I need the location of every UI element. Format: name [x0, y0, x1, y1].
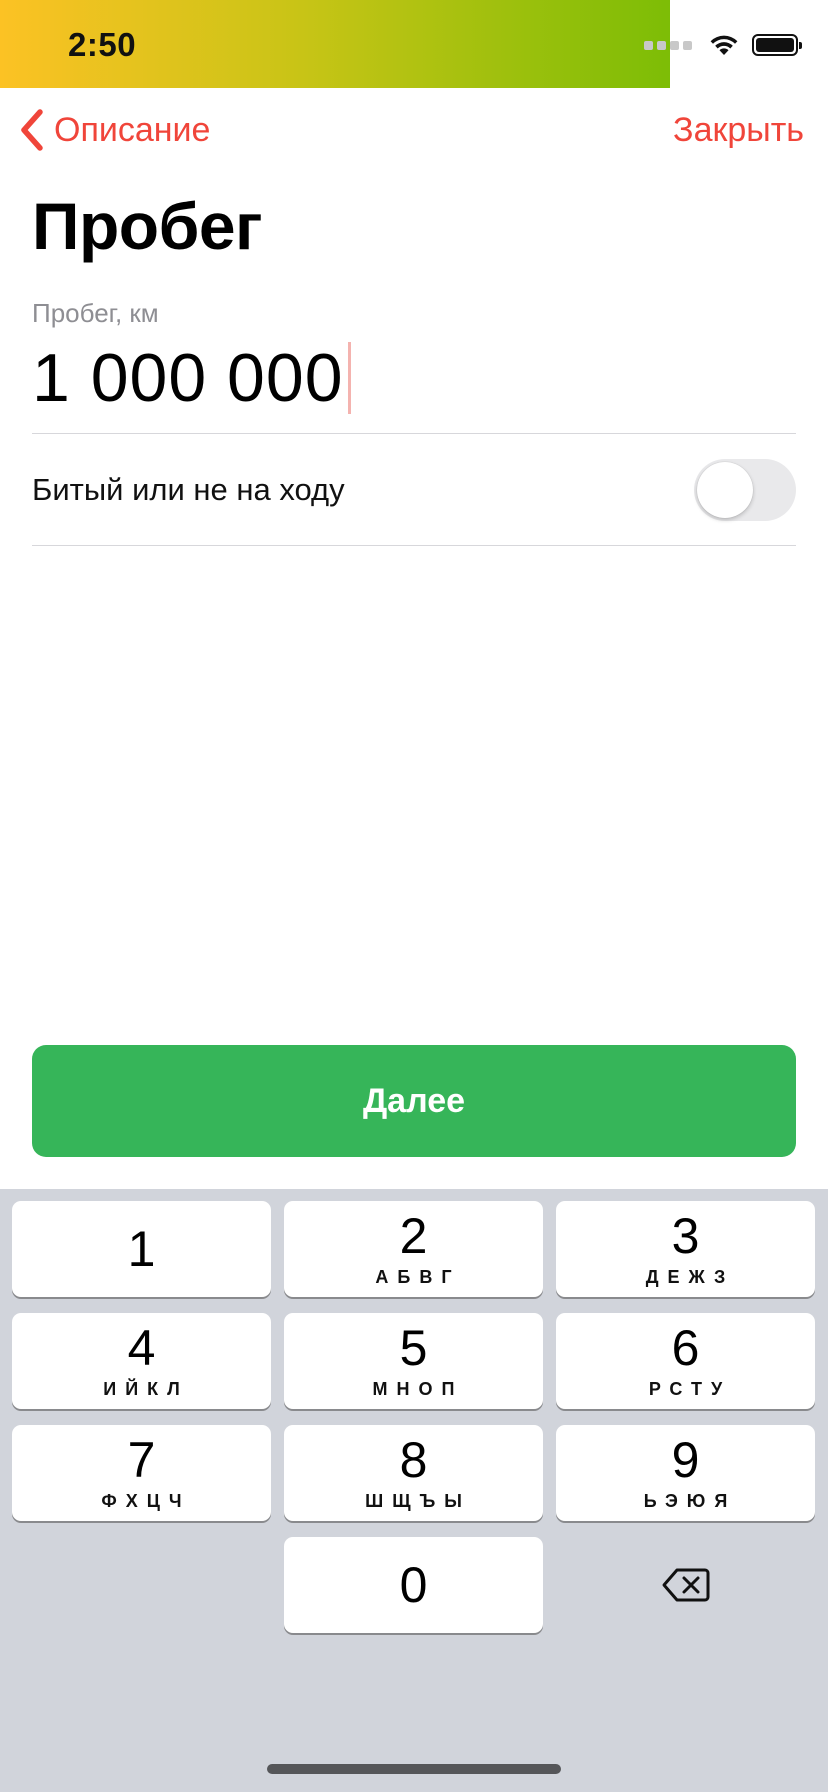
key-digit: 9 — [671, 1432, 700, 1488]
key-letters: АБВГ — [375, 1267, 461, 1287]
chevron-left-icon — [21, 109, 43, 151]
key-letters: ДЕЖЗ — [645, 1267, 735, 1287]
key-5[interactable]: 5 МНОП — [284, 1313, 543, 1409]
key-letters: РСТУ — [648, 1379, 732, 1399]
key-letters: ФХЦЧ — [101, 1491, 191, 1511]
backspace-icon — [662, 1568, 709, 1602]
back-button[interactable]: Описание — [18, 108, 210, 152]
key-2[interactable]: 2 АБВГ — [284, 1201, 543, 1297]
key-8[interactable]: 8 ШЩЪЫ — [284, 1425, 543, 1521]
key-digit: 1 — [127, 1221, 156, 1277]
key-0[interactable]: 0 — [284, 1537, 543, 1633]
key-digit: 5 — [399, 1320, 428, 1376]
mileage-input-value: 1 000 000 — [32, 340, 344, 416]
key-digit: 8 — [399, 1432, 428, 1488]
key-9[interactable]: 9 ЬЭЮЯ — [556, 1425, 815, 1521]
mileage-field-label: Пробег, км — [32, 298, 159, 328]
close-button[interactable]: Закрыть — [673, 111, 804, 150]
key-7[interactable]: 7 ФХЦЧ — [12, 1425, 271, 1521]
mileage-input[interactable]: 1 000 000 — [32, 336, 351, 420]
key-letters: МНОП — [372, 1379, 464, 1399]
status-time: 2:50 — [68, 26, 137, 63]
key-3[interactable]: 3 ДЕЖЗ — [556, 1201, 815, 1297]
key-digit: 3 — [671, 1208, 700, 1264]
cellular-signal-icon — [644, 40, 692, 50]
back-button-label: Описание — [54, 110, 211, 149]
battery-icon — [752, 34, 802, 56]
page-title: Пробег — [32, 189, 263, 263]
key-digit: 6 — [671, 1320, 700, 1376]
key-6[interactable]: 6 РСТУ — [556, 1313, 815, 1409]
damaged-toggle-switch[interactable] — [694, 459, 796, 521]
text-caret — [347, 342, 351, 414]
key-digit: 2 — [399, 1208, 428, 1264]
next-button[interactable]: Далее — [32, 1045, 796, 1157]
key-4[interactable]: 4 ИЙКЛ — [12, 1313, 271, 1409]
toggle-knob — [697, 462, 753, 518]
key-digit: 4 — [127, 1320, 156, 1376]
status-bar: 2:50 — [0, 0, 828, 88]
numeric-keypad: 1 2 АБВГ 3 ДЕЖЗ 4 ИЙКЛ 5 МНОП 6 РСТУ 7 Ф… — [0, 1189, 828, 1792]
key-digit: 0 — [399, 1557, 428, 1613]
backspace-key[interactable] — [556, 1537, 815, 1633]
home-indicator — [267, 1764, 561, 1774]
key-letters: ШЩЪЫ — [365, 1491, 471, 1511]
damaged-toggle-label: Битый или не на ходу — [32, 472, 345, 507]
key-letters: ИЙКЛ — [103, 1379, 189, 1399]
wifi-icon — [710, 35, 738, 55]
key-digit: 7 — [127, 1432, 156, 1488]
key-1[interactable]: 1 — [12, 1201, 271, 1297]
key-letters: ЬЭЮЯ — [643, 1491, 737, 1511]
status-icons — [644, 33, 802, 57]
divider — [32, 545, 796, 546]
damaged-toggle-row: Битый или не на ходу — [32, 434, 796, 546]
